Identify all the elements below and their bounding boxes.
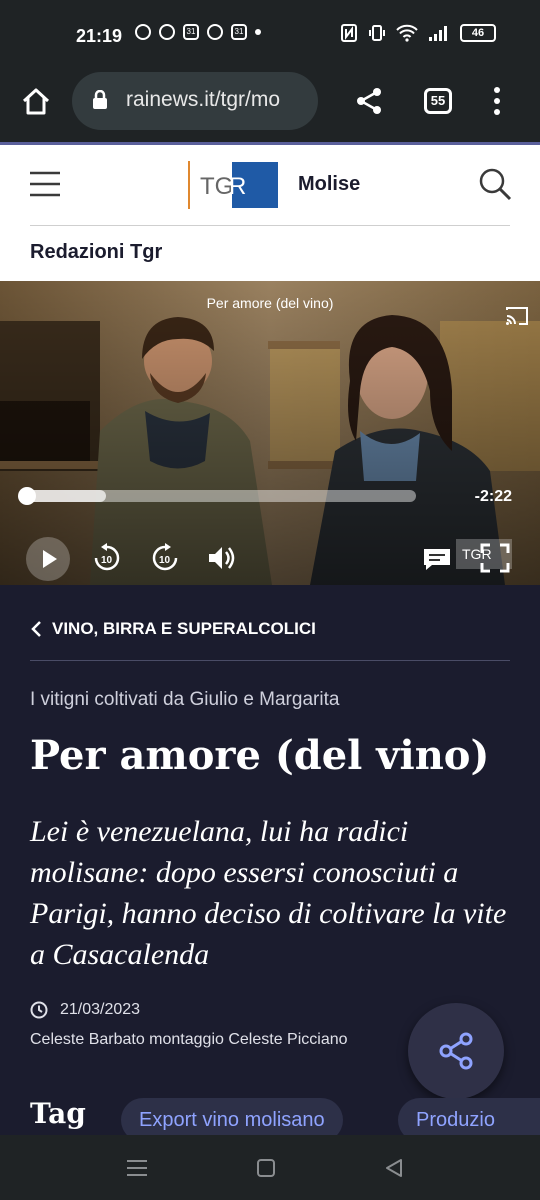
- system-navigation-bar: [0, 1135, 540, 1200]
- back-icon[interactable]: [384, 1158, 404, 1178]
- forward-10-icon[interactable]: 10: [150, 543, 180, 573]
- calendar-day-2: 31: [234, 27, 244, 36]
- rewind-10-icon[interactable]: 10: [92, 543, 122, 573]
- share-icon: [439, 1032, 473, 1070]
- home-icon[interactable]: [20, 86, 52, 118]
- search-icon[interactable]: [478, 167, 512, 201]
- browser-toolbar: rainews.it/tgr/mo 55: [0, 72, 540, 142]
- cast-icon[interactable]: [506, 307, 528, 325]
- calendar-day: 31: [186, 27, 196, 36]
- url-text: rainews.it/tgr/mo: [126, 88, 281, 111]
- category-label: VINO, BIRRA E SUPERALCOLICI: [52, 619, 316, 638]
- play-button[interactable]: [26, 537, 70, 581]
- calendar-icon-2: 31: [231, 24, 247, 40]
- header-divider: [30, 225, 510, 226]
- subtitles-icon[interactable]: [422, 543, 452, 573]
- article-kicker: I vitigni coltivati da Giulio e Margarit…: [30, 689, 340, 710]
- share-fab[interactable]: [408, 1003, 504, 1099]
- share-icon[interactable]: [354, 86, 384, 116]
- article-date: 21/03/2023: [60, 1001, 141, 1018]
- tags-label: Tag: [30, 1097, 86, 1130]
- facebook-icon-2: [207, 24, 223, 40]
- wifi-icon: [396, 24, 418, 42]
- hamburger-menu-icon[interactable]: [30, 171, 60, 197]
- progress-bar[interactable]: [28, 490, 416, 502]
- more-notifications-dot: [255, 29, 261, 35]
- article-headline: Per amore (del vino): [30, 732, 490, 779]
- svg-text:R: R: [229, 173, 246, 200]
- svg-text:10: 10: [101, 555, 113, 566]
- site-header: TG R Molise Redazioni Tgr: [0, 145, 540, 281]
- article-subtitle: Lei è venezuelana, lui ha radici molisan…: [30, 815, 507, 971]
- tgr-logo[interactable]: TG R: [188, 161, 278, 209]
- video-frame: TGR: [0, 281, 540, 585]
- video-player[interactable]: TGR Per amore (del vino) -2:22 10 10: [0, 281, 540, 585]
- notification-icons: 31 31: [135, 24, 261, 40]
- lock-icon: [93, 90, 107, 109]
- more-vert-icon[interactable]: [492, 86, 502, 116]
- app-notification-icon: [135, 24, 151, 40]
- tgr-logo-mark: TG R: [188, 161, 278, 209]
- facebook-icon: [159, 24, 175, 40]
- calendar-icon: 31: [183, 24, 199, 40]
- chevron-left-icon: [31, 621, 41, 637]
- progress-handle[interactable]: [18, 487, 36, 505]
- article-authors: Celeste Barbato montaggio Celeste Piccia…: [30, 1031, 348, 1048]
- time-remaining: -2:22: [474, 488, 512, 505]
- region-title[interactable]: Molise: [298, 173, 360, 196]
- tab-switcher-button[interactable]: 55: [424, 88, 452, 114]
- content-divider: [30, 660, 510, 661]
- vibrate-icon: [369, 25, 385, 41]
- play-icon: [43, 550, 57, 568]
- article: VINO, BIRRA E SUPERALCOLICI I vitigni co…: [0, 585, 540, 1142]
- fullscreen-icon[interactable]: [480, 543, 510, 573]
- clock-icon: [30, 1001, 48, 1019]
- category-breadcrumb[interactable]: VINO, BIRRA E SUPERALCOLICI: [30, 619, 316, 639]
- video-title: Per amore (del vino): [206, 295, 334, 311]
- address-bar[interactable]: rainews.it/tgr/mo: [72, 72, 318, 130]
- nfc-icon: [341, 24, 357, 42]
- signal-icon: [429, 26, 447, 41]
- battery-icon: 46: [460, 24, 496, 42]
- section-link[interactable]: Redazioni Tgr: [30, 241, 162, 264]
- svg-text:10: 10: [159, 555, 171, 566]
- system-icons: 46: [340, 24, 496, 42]
- volume-icon[interactable]: [206, 543, 236, 573]
- recents-icon[interactable]: [127, 1159, 147, 1177]
- article-date-row: 21/03/2023: [30, 1001, 140, 1019]
- status-bar: 21:19 31 31 46: [0, 0, 540, 72]
- home-button-icon[interactable]: [256, 1158, 276, 1178]
- progress-fill: [28, 490, 106, 502]
- status-time: 21:19: [76, 26, 123, 46]
